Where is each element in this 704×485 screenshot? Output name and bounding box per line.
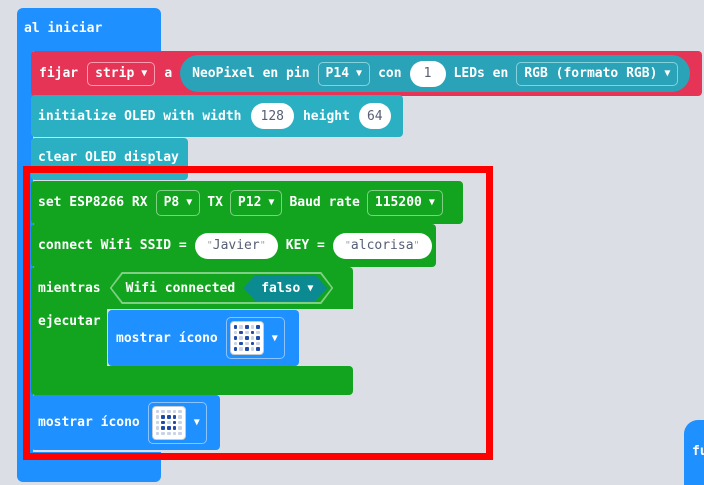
con-label: con <box>378 66 402 81</box>
neopixel-label: NeoPixel en pin <box>192 66 310 81</box>
chevron-down-icon: ▼ <box>356 68 363 79</box>
clear-oled-label: clear OLED display <box>38 150 179 165</box>
oled-height-label: height <box>302 108 350 124</box>
strip-variable-dropdown[interactable]: strip ▼ <box>87 61 156 86</box>
set-neopixel-block[interactable]: fijar strip ▼ a NeoPixel en pin P14 ▼ co… <box>31 51 702 96</box>
pin-value: P14 <box>325 66 350 81</box>
oled-init-label: initialize OLED with width <box>38 108 242 124</box>
led-count-input[interactable]: 1 <box>409 60 446 87</box>
neopixel-reporter[interactable]: NeoPixel en pin P14 ▼ con 1 LEDs en RGB … <box>180 55 691 92</box>
on-start-label: al iniciar <box>24 20 103 36</box>
partial-function-label: fu <box>692 444 704 459</box>
chevron-down-icon: ▼ <box>141 68 148 79</box>
chevron-down-icon: ▼ <box>664 68 671 79</box>
highlight-rectangle <box>23 166 493 460</box>
partial-function-block[interactable]: fu <box>684 420 704 485</box>
set-label: fijar <box>39 66 79 81</box>
initialize-oled-block[interactable]: initialize OLED with width 128 height 64 <box>31 95 403 137</box>
on-start-block[interactable]: al iniciar <box>17 8 161 51</box>
oled-height-input[interactable]: 64 <box>358 103 391 129</box>
oled-width-input[interactable]: 128 <box>250 103 294 129</box>
a-label: a <box>164 66 173 81</box>
pin-dropdown[interactable]: P14 ▼ <box>317 61 371 86</box>
strip-variable-value: strip <box>95 66 135 81</box>
color-mode-value: RGB (formato RGB) <box>524 66 658 81</box>
color-mode-dropdown[interactable]: RGB (formato RGB) ▼ <box>516 61 679 86</box>
leds-label: LEDs en <box>453 66 509 81</box>
